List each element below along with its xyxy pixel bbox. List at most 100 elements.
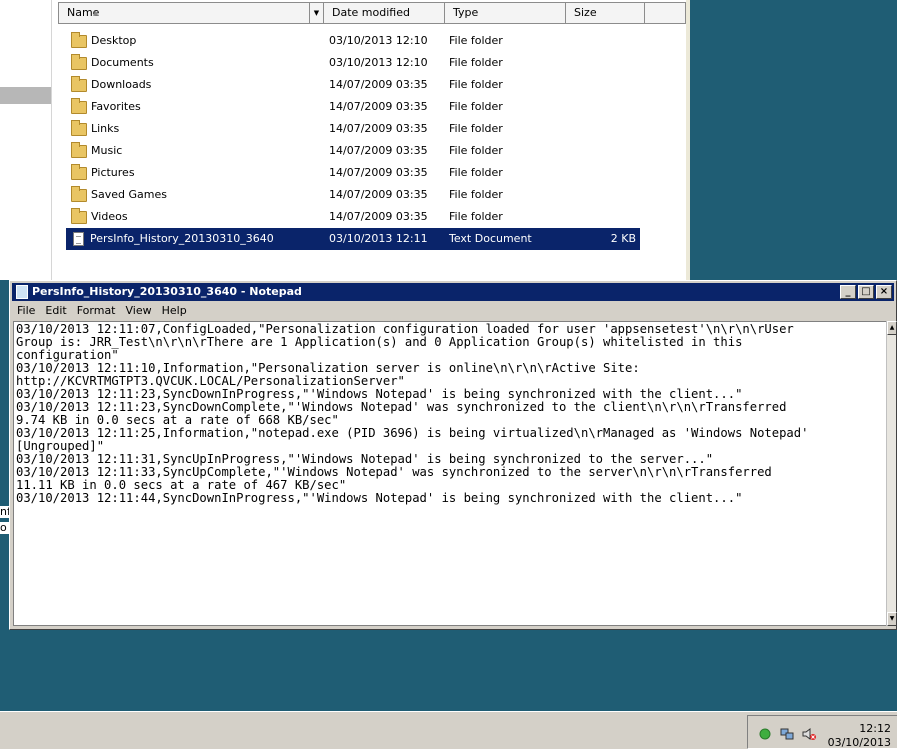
notepad-window: PersInfo_History_20130310_3640 - Notepad… [9,280,897,630]
menu-format[interactable]: Format [72,302,121,320]
explorer-window: Name ▲ ▼ Date modified Type Size Desktop… [0,0,690,280]
file-name-cell: Music [66,140,329,162]
column-header-name[interactable]: Name ▲ ▼ [59,3,324,23]
folder-downloads-icon [71,75,87,92]
notepad-text-area[interactable]: 03/10/2013 12:11:07,ConfigLoaded,"Person… [13,321,888,626]
file-type: File folder [449,188,503,201]
file-row[interactable]: Music 14/07/2009 03:35 File folder [66,140,640,162]
system-tray: 12:12 03/10/2013 [747,715,897,749]
background-window-fragment: nf [0,506,9,518]
file-name: Links [91,122,120,135]
file-size: 2 KB [610,232,636,245]
text-line: Group is: JRR_Test\n\r\n\rThere are 1 Ap… [16,335,743,349]
file-date-modified: 14/07/2009 03:35 [329,78,428,91]
file-name: PersInfo_History_20130310_3640 [90,232,274,245]
file-type: Text Document [449,232,532,245]
file-type: File folder [449,122,503,135]
minimize-button[interactable]: _ [840,285,856,299]
file-date-modified: 03/10/2013 12:11 [329,232,428,245]
file-type: File folder [449,144,503,157]
network-icon[interactable] [780,727,794,741]
menu-file[interactable]: File [12,302,40,320]
file-date-modified: 03/10/2013 12:10 [329,56,428,69]
column-header-date-modified[interactable]: Date modified [324,3,445,23]
taskbar: 12:12 03/10/2013 [0,711,897,749]
file-name-cell: Desktop [66,30,329,52]
vertical-scrollbar[interactable]: ▲ ▼ [886,321,897,626]
menu-help[interactable]: Help [157,302,192,320]
navigation-selected-item[interactable] [0,87,51,104]
menu-edit[interactable]: Edit [40,302,71,320]
file-size [570,162,640,184]
file-type: File folder [449,56,503,69]
file-name: Music [91,144,123,157]
file-row[interactable]: Pictures 14/07/2009 03:35 File folder [66,162,640,184]
file-type: File folder [449,166,503,179]
file-size [570,140,640,162]
file-row[interactable]: Videos 14/07/2009 03:35 File folder [66,206,640,228]
file-name-cell: Pictures [66,162,329,184]
folder-videos-icon [71,207,87,224]
column-header-type[interactable]: Type [445,3,566,23]
scroll-up-arrow-icon[interactable]: ▲ [887,321,897,335]
file-name-cell: Downloads [66,74,329,96]
volume-muted-icon[interactable] [802,727,816,741]
file-row[interactable]: Favorites 14/07/2009 03:35 File folder [66,96,640,118]
file-name-cell: Videos [66,206,329,228]
file-date-modified: 14/07/2009 03:35 [329,100,428,113]
file-size [570,74,640,96]
text-document-icon [73,232,84,246]
column-header-size[interactable]: Size [566,3,645,23]
status-green-icon[interactable] [758,727,772,741]
background-window-fragment: o [0,522,9,534]
clock[interactable]: 12:12 03/10/2013 [828,722,891,749]
file-date-modified: 03/10/2013 12:10 [329,34,428,47]
folder-pictures-icon [71,163,87,180]
file-row[interactable]: Downloads 14/07/2009 03:35 File folder [66,74,640,96]
folder-desktop-icon [71,31,87,48]
folder-favorites-icon [71,97,87,114]
folder-documents-icon [71,53,87,70]
notepad-icon [16,285,28,299]
file-list: Desktop 03/10/2013 12:10 File folder Docume… [66,30,640,250]
file-row[interactable]: Links 14/07/2009 03:35 File folder [66,118,640,140]
clock-time: 12:12 [859,722,891,735]
navigation-pane[interactable] [0,0,52,280]
folder-saved-games-icon [71,185,87,202]
file-name-cell: Documents [66,52,329,74]
scroll-down-arrow-icon[interactable]: ▼ [887,612,897,626]
file-name: Pictures [91,166,135,179]
notepad-title-bar[interactable]: PersInfo_History_20130310_3640 - Notepad… [12,283,894,301]
maximize-button[interactable]: □ [858,285,874,299]
text-line: 03/10/2013 12:11:44,SyncDownInProgress,"… [16,491,743,505]
file-date-modified: 14/07/2009 03:35 [329,122,428,135]
file-name: Videos [91,210,128,223]
column-dropdown-icon[interactable]: ▼ [309,3,323,23]
file-name: Favorites [91,100,141,113]
close-button[interactable]: × [876,285,892,299]
text-line: 03/10/2013 12:11:25,Information,"notepad… [16,426,809,440]
file-row[interactable]: Documents 03/10/2013 12:10 File folder [66,52,640,74]
file-row[interactable]: Desktop 03/10/2013 12:10 File folder [66,30,640,52]
file-name-cell: Saved Games [66,184,329,206]
file-size [570,206,640,228]
folder-music-icon [71,141,87,158]
clock-date: 03/10/2013 [827,736,891,749]
file-date-modified: 14/07/2009 03:35 [329,210,428,223]
column-header-filler [645,3,685,23]
file-name-cell: Links [66,118,329,140]
file-name: Downloads [91,78,152,91]
file-row[interactable]: PersInfo_History_20130310_3640 03/10/2013… [66,228,640,250]
file-size [570,96,640,118]
notepad-menu-bar: File Edit Format View Help [12,302,192,320]
file-date-modified: 14/07/2009 03:35 [329,166,428,179]
file-name: Documents [91,56,154,69]
column-header-bar: Name ▲ ▼ Date modified Type Size [58,2,686,24]
file-name: Desktop [91,34,137,47]
file-date-modified: 14/07/2009 03:35 [329,144,428,157]
file-row[interactable]: Saved Games 14/07/2009 03:35 File folder [66,184,640,206]
file-size [570,52,640,74]
menu-view[interactable]: View [121,302,157,320]
file-name-cell: Favorites [66,96,329,118]
file-type: File folder [449,210,503,223]
